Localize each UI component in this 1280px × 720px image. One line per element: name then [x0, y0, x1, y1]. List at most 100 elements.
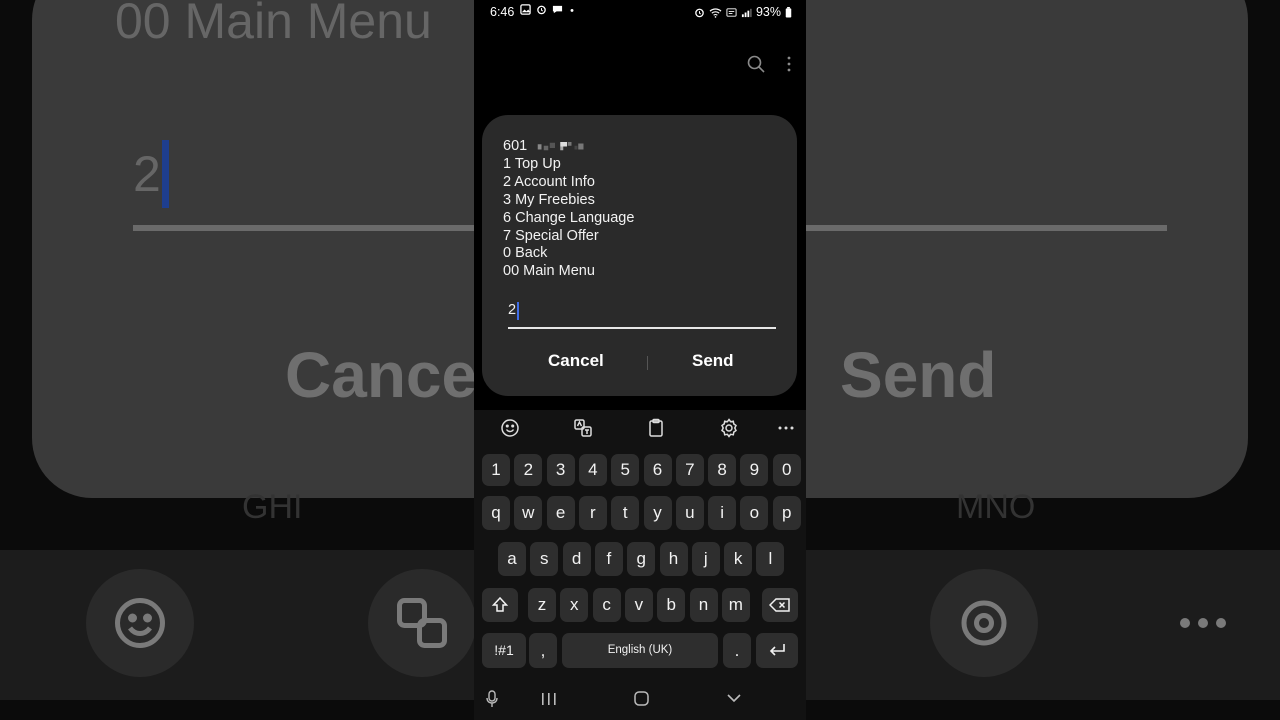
status-bar: 6:46 93% — [474, 0, 806, 26]
phone-screen: 6:46 93% 601 1 Top Up 2 Account Info 3 M… — [474, 0, 806, 720]
background-translate-icon — [397, 598, 447, 648]
letter-key-u[interactable]: u — [675, 496, 704, 530]
number-key-9[interactable]: 9 — [740, 454, 769, 486]
emoji-icon[interactable] — [498, 416, 522, 440]
battery-percent: 93% — [755, 5, 781, 19]
number-key-3[interactable]: 3 — [546, 454, 575, 486]
backspace-icon — [768, 598, 790, 612]
number-key-2[interactable]: 2 — [514, 454, 543, 486]
number-key-0[interactable]: 0 — [772, 454, 801, 486]
ussd-line-6: 0 Back — [503, 245, 548, 262]
recents-icon[interactable] — [541, 692, 557, 706]
wifi-icon — [709, 7, 722, 18]
symbols-key[interactable]: !#1 — [482, 633, 526, 668]
letter-key-e[interactable]: e — [546, 496, 575, 530]
qwerty-row: qwertyuiop — [474, 496, 806, 530]
cancel-button[interactable]: Cancel — [548, 351, 604, 371]
letter-key-z[interactable]: z — [528, 588, 556, 622]
ussd-dialog: 601 1 Top Up 2 Account Info 3 My Freebie… — [482, 115, 797, 396]
number-row: 1234567890 — [474, 454, 806, 486]
letter-key-h[interactable]: h — [659, 542, 688, 576]
letter-key-r[interactable]: r — [578, 496, 607, 530]
background-cancel: Cance — [285, 339, 478, 411]
letter-key-v[interactable]: v — [624, 588, 653, 622]
letter-key-w[interactable]: w — [514, 496, 543, 530]
letter-key-y[interactable]: y — [643, 496, 672, 530]
period-key[interactable]: . — [723, 633, 751, 668]
letter-key-n[interactable]: n — [689, 588, 718, 622]
letter-key-o[interactable]: o — [740, 496, 769, 530]
home-icon[interactable] — [634, 691, 649, 706]
letter-key-c[interactable]: c — [592, 588, 621, 622]
translate-icon[interactable] — [571, 416, 595, 440]
enter-key[interactable] — [756, 633, 798, 668]
letter-key-a[interactable]: a — [498, 542, 526, 576]
asdf-row: asdfghjkl — [474, 542, 806, 576]
backspace-key[interactable] — [762, 588, 798, 622]
ussd-reply-value: 2 — [508, 302, 517, 318]
ussd-line-2: 2 Account Info — [503, 173, 595, 190]
background-title: 00 Main Menu — [115, 0, 432, 49]
alarm-icon — [537, 5, 546, 15]
letter-key-m[interactable]: m — [721, 588, 750, 622]
letter-key-q[interactable]: q — [482, 496, 510, 530]
text-caret — [517, 302, 519, 320]
keyboard-toolbar — [474, 410, 806, 446]
letter-key-s[interactable]: s — [530, 542, 559, 576]
background-more-icon — [1180, 618, 1226, 628]
background-caret — [162, 140, 169, 208]
letter-key-k[interactable]: k — [724, 542, 753, 576]
hide-keyboard-icon[interactable] — [726, 692, 742, 704]
keyboard: 1234567890 qwertyuiop asdfghjkl zxcvbnm … — [474, 410, 806, 720]
letter-key-j[interactable]: j — [691, 542, 720, 576]
status-left-icons — [520, 4, 576, 15]
letter-key-g[interactable]: g — [627, 542, 656, 576]
letter-key-i[interactable]: i — [708, 496, 737, 530]
zxcv-row: zxcvbnm — [474, 588, 806, 622]
bottom-row: !#1 , English (UK) . — [474, 633, 806, 668]
search-icon[interactable] — [746, 54, 766, 74]
mic-icon[interactable] — [486, 690, 498, 708]
letter-key-f[interactable]: f — [594, 542, 623, 576]
number-key-4[interactable]: 4 — [578, 454, 607, 486]
shift-key[interactable] — [482, 588, 518, 622]
number-key-5[interactable]: 5 — [611, 454, 640, 486]
app-bar-actions — [746, 54, 792, 74]
more-horiz-icon[interactable] — [774, 416, 798, 440]
chat-icon — [552, 5, 563, 14]
letter-key-x[interactable]: x — [560, 588, 589, 622]
ussd-message: 601 1 Top Up 2 Account Info 3 My Freebie… — [503, 138, 634, 281]
letter-key-b[interactable]: b — [657, 588, 686, 622]
background-input-value: 2 — [133, 146, 161, 202]
space-key[interactable]: English (UK) — [562, 633, 718, 668]
background-gear-icon — [961, 600, 1007, 646]
number-key-7[interactable]: 7 — [675, 454, 704, 486]
signal-icon — [741, 8, 752, 17]
letter-key-t[interactable]: t — [611, 496, 640, 530]
ussd-reply-input[interactable]: 2 — [508, 295, 776, 329]
background-emoji-icon — [115, 598, 165, 648]
comma-key[interactable]: , — [529, 633, 557, 668]
letter-key-p[interactable]: p — [772, 496, 801, 530]
more-vert-icon[interactable] — [786, 54, 792, 74]
ussd-line-3: 3 My Freebies — [503, 191, 595, 208]
number-key-8[interactable]: 8 — [708, 454, 737, 486]
alarm-status-icon — [695, 8, 704, 17]
number-key-6[interactable]: 6 — [643, 454, 672, 486]
gallery-icon — [520, 4, 531, 15]
status-right-icons: 93% — [694, 5, 792, 19]
background-ghi: GHI — [242, 488, 303, 526]
ussd-line-4: 6 Change Language — [503, 209, 635, 226]
ussd-line-1: 1 Top Up — [503, 155, 561, 172]
letter-key-d[interactable]: d — [562, 542, 591, 576]
battery-icon — [785, 6, 792, 18]
letter-key-l[interactable]: l — [756, 542, 785, 576]
button-divider — [647, 356, 648, 370]
ussd-number: 601 — [503, 138, 528, 154]
number-key-1[interactable]: 1 — [482, 454, 510, 486]
redacted-number — [537, 141, 584, 150]
clipboard-icon[interactable] — [644, 416, 668, 440]
dot-icon — [570, 8, 574, 12]
gear-icon[interactable] — [717, 416, 741, 440]
send-button[interactable]: Send — [692, 351, 734, 371]
